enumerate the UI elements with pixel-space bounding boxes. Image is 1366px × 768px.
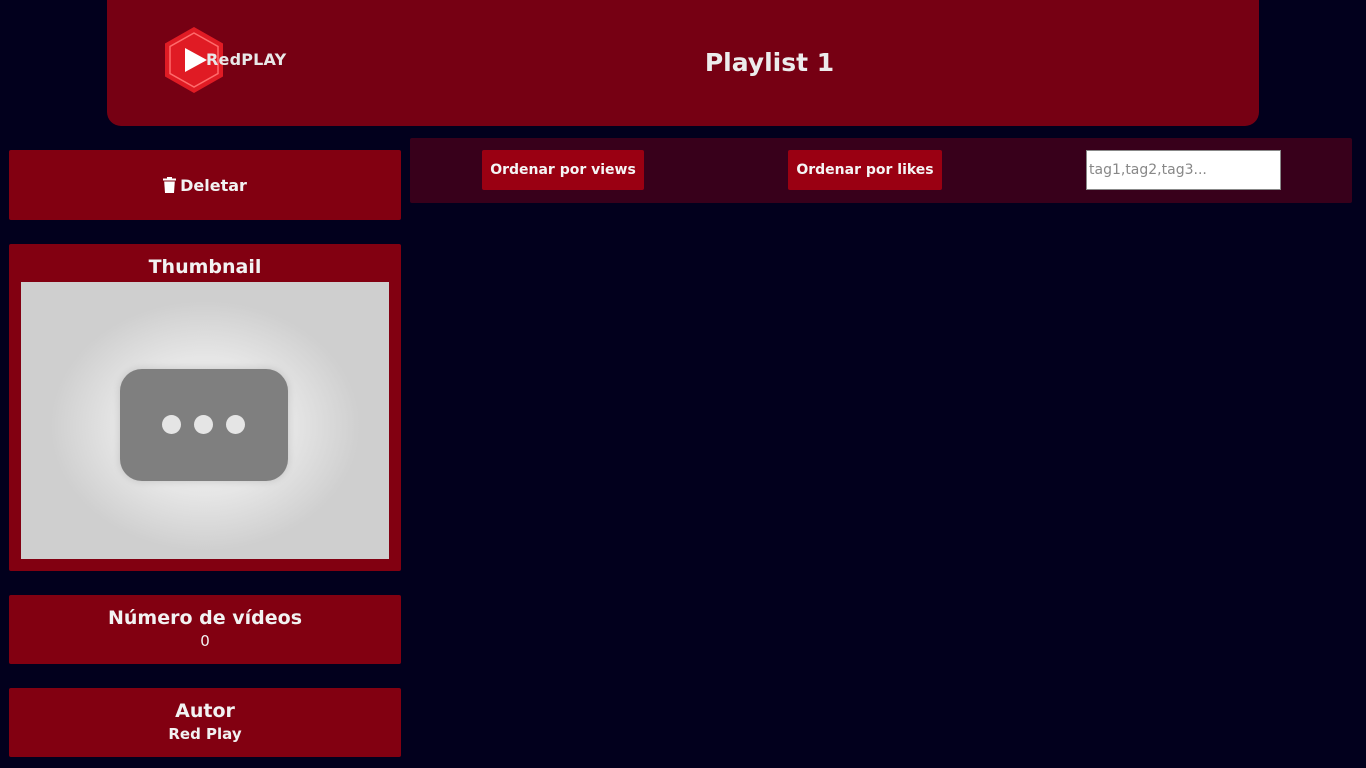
delete-button[interactable]: Deletar xyxy=(9,150,401,220)
thumbnail-heading: Thumbnail xyxy=(148,256,262,278)
video-count-heading: Número de vídeos xyxy=(108,607,302,629)
video-count-card: Número de vídeos 0 xyxy=(9,595,401,664)
author-name: Red Play xyxy=(168,725,242,743)
dot xyxy=(162,415,181,434)
author-heading: Autor xyxy=(175,700,235,722)
tags-input[interactable] xyxy=(1086,150,1281,190)
dot xyxy=(194,415,213,434)
dot xyxy=(226,415,245,434)
sort-by-views-button[interactable]: Ordenar por views xyxy=(482,150,644,190)
delete-label: Deletar xyxy=(180,175,247,195)
trash-icon xyxy=(163,177,177,193)
thumbnail-image xyxy=(21,282,389,559)
header: RedPLAY Playlist 1 xyxy=(107,0,1259,126)
author-card: Autor Red Play xyxy=(9,688,401,757)
page-title: Playlist 1 xyxy=(704,48,835,77)
thumbnail-card: Thumbnail xyxy=(9,244,401,571)
sort-by-likes-button[interactable]: Ordenar por likes xyxy=(788,150,942,190)
ellipsis-video-icon xyxy=(120,369,288,481)
video-count-value: 0 xyxy=(200,632,210,650)
sort-toolbar: Ordenar por views Ordenar por likes xyxy=(410,138,1352,203)
